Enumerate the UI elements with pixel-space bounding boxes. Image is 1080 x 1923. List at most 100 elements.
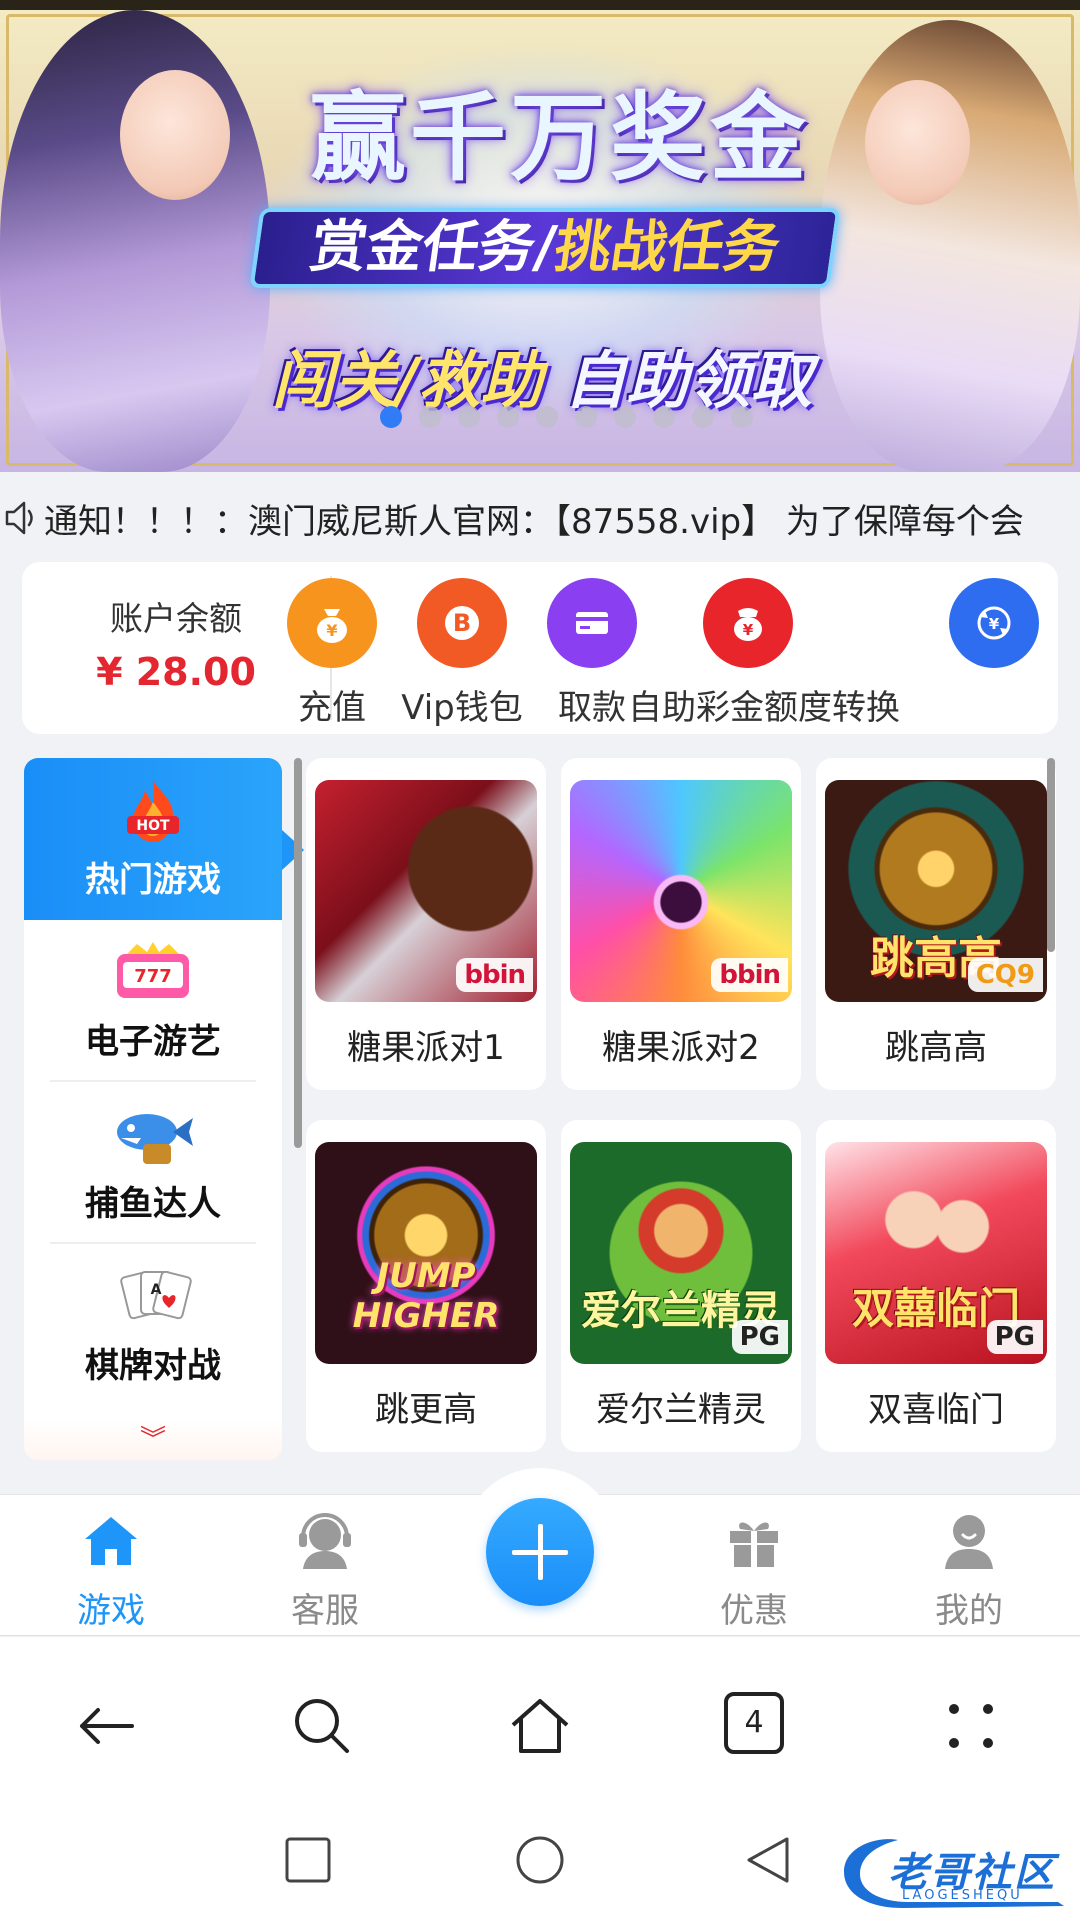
game-card[interactable]: 双囍临门 PG 双喜临门 (816, 1120, 1056, 1452)
category-label: 棋牌对战 (85, 1346, 221, 1386)
game-name: 糖果派对2 (602, 1028, 760, 1068)
status-strip (0, 0, 1080, 10)
redbag-icon: ¥ (703, 578, 793, 668)
game-card[interactable]: bbin 糖果派对1 (306, 758, 546, 1090)
nav-games[interactable]: 游戏 (41, 1509, 181, 1632)
game-thumbnail: 跳高高 CQ9 (825, 780, 1047, 1002)
grid-scrollbar[interactable] (1047, 758, 1055, 952)
banner-dot[interactable] (497, 406, 519, 428)
nav-label: 优惠 (720, 1591, 788, 1631)
slot-machine-icon: 777 (103, 938, 203, 1008)
banner-dot[interactable] (653, 406, 675, 428)
account-card: 账户余额 ¥ 28.00 ¥ 充值 B Vip钱包 取款 ¥ 自助彩金额度转换 … (22, 562, 1058, 734)
nav-support[interactable]: 客服 (255, 1509, 395, 1632)
watermark-subtext: LAOGESHEQU (902, 1888, 1023, 1903)
banner-character-left (0, 10, 270, 472)
game-thumbnail: JUMP HIGHER (315, 1142, 537, 1364)
tabs-count-button[interactable]: 4 (724, 1692, 784, 1754)
back-arrow-icon[interactable] (72, 1691, 142, 1761)
game-name: 跳更高 (375, 1390, 477, 1430)
banner-dot[interactable] (731, 406, 753, 428)
banner-dot[interactable] (458, 406, 480, 428)
nav-label: 我的 (935, 1591, 1003, 1631)
game-art-title: JUMP HIGHER (352, 1256, 500, 1336)
deposit-button[interactable]: ¥ 充值 (282, 578, 382, 728)
bonus-transfer-label: 自助彩金额度转换 (628, 688, 900, 728)
headset-icon (299, 1513, 351, 1569)
game-card[interactable]: JUMP HIGHER 跳更高 (306, 1120, 546, 1452)
svg-text:¥: ¥ (743, 621, 754, 639)
game-card[interactable]: 跳高高 CQ9 跳高高 (816, 758, 1056, 1090)
bitcoin-icon: B (417, 578, 507, 668)
provider-badge: CQ9 (967, 958, 1043, 992)
sidebar-scrollbar[interactable] (294, 758, 302, 1148)
plus-button[interactable] (486, 1498, 594, 1606)
svg-text:HOT: HOT (136, 818, 170, 834)
banner-dot[interactable] (692, 406, 714, 428)
svg-text:777: 777 (134, 966, 172, 987)
vip-wallet-label: Vip钱包 (401, 688, 523, 728)
category-sidebar: HOT 热门游戏 777 电子游艺 捕鱼达人 A 棋牌对战 ︾ (24, 758, 282, 1460)
nav-label: 客服 (291, 1591, 359, 1631)
banner-dot[interactable] (380, 406, 402, 428)
banner-character-right-face (865, 80, 970, 205)
home-circle-icon[interactable] (515, 1835, 565, 1885)
game-card[interactable]: bbin 糖果派对2 (561, 758, 801, 1090)
nav-profile[interactable]: 我的 (899, 1509, 1039, 1632)
game-name: 爱尔兰精灵 (596, 1390, 766, 1430)
svg-text:A: A (151, 1282, 162, 1298)
banner-dot[interactable] (419, 406, 441, 428)
game-thumbnail: bbin (570, 780, 792, 1002)
more-categories-chevron-icon[interactable]: ︾ (24, 1420, 282, 1460)
category-card-games[interactable]: A 棋牌对战 (24, 1244, 282, 1406)
category-label: 电子游艺 (85, 1022, 221, 1062)
banner-subtitle: 赏金任务/挑战任务 (249, 208, 841, 288)
home-icon (85, 1517, 137, 1565)
hot-flame-icon: HOT (103, 776, 203, 846)
game-name: 跳高高 (885, 1028, 987, 1068)
promo-banner[interactable]: 赢千万奖金 赏金任务/挑战任务 闯关/救助 自助领取 (0, 0, 1080, 472)
plus-icon (512, 1524, 568, 1580)
category-slots[interactable]: 777 电子游艺 (24, 920, 282, 1082)
game-thumbnail: 双囍临门 PG (825, 1142, 1047, 1364)
card-icon (547, 578, 637, 668)
watermark-logo: 老哥社区 LAOGESHEQU (838, 1832, 1070, 1912)
game-card[interactable]: 爱尔兰精灵 PG 爱尔兰精灵 (561, 1120, 801, 1452)
game-thumbnail: bbin (315, 780, 537, 1002)
banner-character-left-face (120, 70, 230, 200)
browser-toolbar (0, 1637, 1080, 1807)
exchange-button[interactable]: ¥ (939, 578, 1049, 728)
provider-badge: PG (986, 1320, 1043, 1354)
bonus-transfer-button[interactable]: ¥ 自助彩金额度转换 (628, 578, 900, 728)
deposit-label: 充值 (298, 688, 366, 728)
nav-promotions[interactable]: 优惠 (684, 1509, 824, 1632)
fish-icon (103, 1100, 203, 1170)
more-dots-icon[interactable] (936, 1691, 1006, 1761)
banner-dot[interactable] (614, 406, 636, 428)
provider-badge: PG (731, 1320, 788, 1354)
game-name: 双喜临门 (868, 1390, 1004, 1430)
category-fishing[interactable]: 捕鱼达人 (24, 1082, 282, 1244)
notice-text: 通知！！！：澳门威尼斯人官网：【87558.vip】 为了保障每个会 (44, 501, 1024, 542)
banner-dot[interactable] (536, 406, 558, 428)
home-outline-icon[interactable] (505, 1691, 575, 1761)
svg-text:B: B (453, 609, 471, 637)
category-label: 捕鱼达人 (85, 1184, 221, 1224)
speaker-icon (5, 501, 33, 535)
gift-icon (730, 1522, 778, 1567)
game-name: 糖果派对1 (347, 1028, 505, 1068)
moneybag-icon: ¥ (287, 578, 377, 668)
banner-title: 赢千万奖金 (310, 82, 810, 194)
banner-pagination[interactable] (380, 406, 753, 428)
vip-wallet-button[interactable]: B Vip钱包 (392, 578, 532, 728)
banner-character-right (820, 20, 1080, 472)
recents-square-icon[interactable] (285, 1837, 331, 1883)
notice-marquee[interactable]: 通知！！！：澳门威尼斯人官网：【87558.vip】 为了保障每个会 (0, 486, 1080, 550)
svg-text:¥: ¥ (326, 621, 337, 640)
provider-badge: bbin (711, 958, 788, 992)
category-hot-games[interactable]: HOT 热门游戏 (24, 758, 282, 920)
back-triangle-icon[interactable] (745, 1835, 791, 1885)
banner-subtitle-a: 赏金任务/ (306, 215, 560, 280)
search-icon[interactable] (287, 1691, 357, 1761)
banner-dot[interactable] (575, 406, 597, 428)
